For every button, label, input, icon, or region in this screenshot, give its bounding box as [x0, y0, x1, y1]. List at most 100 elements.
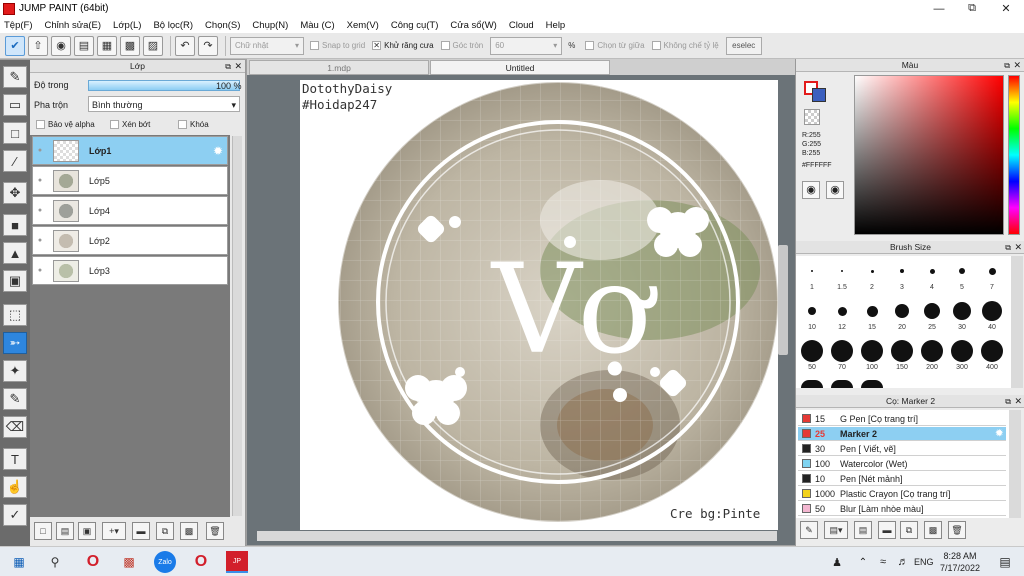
brush-size-option[interactable]	[858, 380, 886, 388]
horizontal-scrollbar[interactable]	[257, 531, 777, 541]
maximize-button[interactable]: ⧉	[955, 0, 989, 17]
lock-checkbox[interactable]: Khóa	[178, 120, 209, 129]
tab-1mdp[interactable]: 1.mdp	[249, 60, 429, 75]
brush-list-item[interactable]: 15 G Pen [Cọ trang trí]	[798, 412, 1006, 426]
move-tool-icon[interactable]: ✥	[3, 182, 27, 204]
close-panel-icon[interactable]: ✕	[1014, 395, 1022, 408]
brush-size-scrollbar[interactable]	[1011, 256, 1023, 388]
brush-add-icon[interactable]: ✎	[800, 521, 818, 539]
brush-size-option[interactable]: 300	[948, 340, 976, 371]
visibility-icon[interactable]: ●	[33, 207, 47, 214]
brush-tool-icon[interactable]: ✎	[3, 66, 27, 88]
menu-filter[interactable]: Bộ lọc(R)	[153, 20, 193, 31]
speech-bubble-icon[interactable]: ◉	[51, 35, 71, 56]
brush-size-option[interactable]: 1.5	[828, 260, 856, 291]
brush-list-item[interactable]: 50 Blur [Làm nhòe màu]	[798, 502, 1006, 516]
menu-color[interactable]: Màu (C)	[300, 20, 334, 31]
panel-toggle-icon[interactable]: ▤	[74, 35, 94, 56]
minimize-button[interactable]: —	[922, 0, 956, 17]
brush-menu-icon[interactable]: ▤▾	[824, 521, 848, 539]
rounded-corner-checkbox[interactable]: Góc tròn	[440, 41, 483, 50]
opera-icon[interactable]: O	[82, 551, 104, 573]
layer-row[interactable]: ● Lớp1 ✹	[32, 136, 228, 165]
brush-size-option[interactable]: 50	[798, 340, 826, 371]
brush-size-option[interactable]: 150	[888, 340, 916, 371]
select-eraser-tool-icon[interactable]: ⌫	[3, 416, 27, 438]
vertical-scrollbar[interactable]	[778, 245, 788, 355]
from-center-checkbox[interactable]: Chọn từ giữa	[585, 41, 645, 50]
notification-icon[interactable]: ▤	[994, 551, 1016, 573]
new-layer-icon[interactable]: □	[34, 522, 52, 540]
menu-view[interactable]: Xem(V)	[347, 20, 379, 31]
layer-row[interactable]: ● Lớp5	[32, 166, 228, 195]
fixed-ratio-checkbox[interactable]: Không chế tỷ lệ	[651, 41, 719, 50]
layer-row[interactable]: ● Lớp4	[32, 196, 228, 225]
layer-row[interactable]: ● Lớp2	[32, 226, 228, 255]
brush-size-option[interactable]: 5	[948, 260, 976, 291]
clip-checkbox[interactable]: Xén bớt	[110, 120, 150, 129]
brush-size-option[interactable]: 70	[828, 340, 856, 371]
brush-list-scrollbar[interactable]	[1009, 410, 1021, 518]
wifi-icon[interactable]: ≈	[872, 551, 894, 573]
menu-edit[interactable]: Chỉnh sửa(E)	[45, 20, 102, 31]
menu-select[interactable]: Chọn(S)	[205, 20, 240, 31]
brush-list-item[interactable]: 30 Pen [ Viết, vẽ]	[798, 442, 1006, 456]
saturation-value-picker[interactable]	[854, 75, 1004, 235]
visibility-icon[interactable]: ●	[33, 237, 47, 244]
hand-tool-icon[interactable]: ☝	[3, 476, 27, 498]
brush-size-option[interactable]	[798, 380, 826, 388]
magic-wand-tool-icon[interactable]: ✦	[3, 360, 27, 382]
add-layer-menu-icon[interactable]: +▾	[102, 522, 126, 540]
hue-slider[interactable]	[1008, 75, 1020, 235]
brush-size-option[interactable]: 25	[918, 300, 946, 331]
windows-start-icon[interactable]: ▦	[8, 551, 30, 573]
export-icon[interactable]: ⇧	[28, 35, 48, 56]
antialias-checkbox[interactable]: ✕ Khử răng cưa	[372, 41, 434, 50]
brush-size-option[interactable]	[828, 380, 856, 388]
visibility-icon[interactable]: ●	[33, 267, 47, 274]
new-text-layer-icon[interactable]: ▣	[78, 522, 96, 540]
brush-size-option[interactable]: 7	[978, 260, 1006, 291]
new-raster-layer-icon[interactable]: ▤	[56, 522, 74, 540]
jump-paint-taskbar-icon[interactable]: JP	[226, 551, 248, 573]
background-color-swatch[interactable]	[812, 88, 826, 102]
palette-icon[interactable]: ◉	[802, 181, 820, 199]
layer-settings-icon[interactable]: ▨	[143, 35, 163, 56]
delete-layer-icon[interactable]: 🗑	[206, 522, 224, 540]
language-indicator[interactable]: ENG	[914, 557, 934, 567]
brush-size-option[interactable]: 1	[798, 260, 826, 291]
menu-file[interactable]: Tệp(F)	[4, 20, 33, 31]
layer-scrollbar[interactable]	[232, 136, 242, 516]
brush-export-icon[interactable]: ▩	[924, 521, 942, 539]
drawing-canvas[interactable]: Vợ DotothyDaisy #Hoidap247 Cre bg:Pinte	[300, 80, 778, 530]
brush-list-item[interactable]: 25 Marker 2 ✹	[798, 427, 1006, 441]
close-panel-icon[interactable]: ✕	[234, 60, 242, 73]
zalo-icon[interactable]: Zalo	[154, 551, 176, 573]
opera-browser-icon[interactable]: O	[190, 551, 212, 573]
lasso-tool-icon[interactable]: ➵	[3, 332, 27, 354]
menu-capture[interactable]: Chụp(N)	[252, 20, 288, 31]
close-window-button[interactable]: ✕	[989, 0, 1023, 17]
corner-value-input[interactable]: 60 ▾	[490, 36, 563, 55]
rectangle-tool-icon[interactable]: □	[3, 122, 27, 144]
brush-size-option[interactable]: 30	[948, 300, 976, 331]
tray-chevron-icon[interactable]: ⌃	[852, 551, 874, 573]
transparent-color-swatch[interactable]	[804, 109, 820, 125]
undo-icon[interactable]: ↶	[175, 35, 195, 56]
layer-settings-icon[interactable]: ✹	[213, 144, 223, 158]
detach-icon[interactable]: ⧉	[1004, 59, 1010, 72]
brush-folder-icon[interactable]: ▬	[878, 521, 896, 539]
close-panel-icon[interactable]: ✕	[1014, 241, 1022, 254]
detach-icon[interactable]: ⧉	[1005, 395, 1011, 408]
duplicate-layer-icon[interactable]: ⧉	[156, 522, 174, 540]
clock[interactable]: 8:28 AM 7/17/2022	[940, 550, 980, 574]
select-rect-tool-icon[interactable]: ⬚	[3, 304, 27, 326]
brush-size-option[interactable]: 12	[828, 300, 856, 331]
menu-window[interactable]: Cửa sổ(W)	[450, 20, 496, 31]
brush-size-option[interactable]: 400	[978, 340, 1006, 371]
document-icon[interactable]: ▦	[97, 35, 117, 56]
menu-help[interactable]: Help	[546, 20, 566, 31]
app-grid-icon[interactable]: ▩	[118, 551, 140, 573]
brush-size-option[interactable]: 20	[888, 300, 916, 331]
brush-size-option[interactable]: 2	[858, 260, 886, 291]
